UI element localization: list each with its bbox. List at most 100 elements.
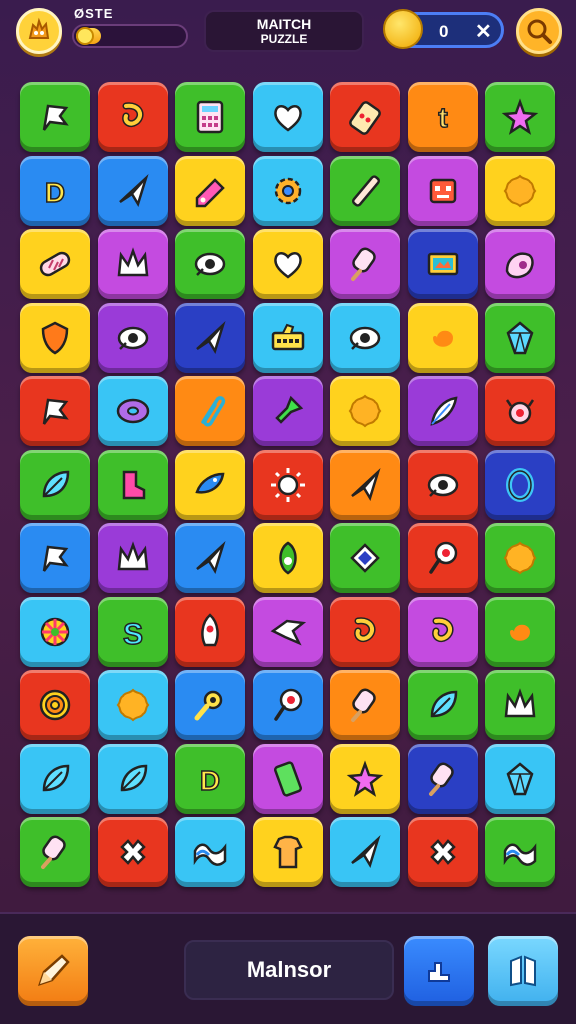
- tile[interactable]: [330, 523, 400, 593]
- crown-icon: [504, 688, 536, 718]
- tile[interactable]: [20, 376, 90, 446]
- tile[interactable]: t: [408, 82, 478, 152]
- tile[interactable]: [253, 597, 323, 667]
- profile-button[interactable]: [16, 8, 62, 54]
- tile[interactable]: [175, 156, 245, 226]
- letter-d-icon: D: [199, 764, 221, 797]
- tile[interactable]: [408, 744, 478, 814]
- tile[interactable]: [20, 744, 90, 814]
- tile[interactable]: [485, 229, 555, 299]
- letter-d-icon: D: [44, 176, 66, 209]
- tile[interactable]: [20, 303, 90, 373]
- tile[interactable]: [175, 523, 245, 593]
- tile[interactable]: [98, 303, 168, 373]
- tile[interactable]: [175, 82, 245, 152]
- pencil-button[interactable]: [18, 936, 88, 1006]
- tile[interactable]: [253, 376, 323, 446]
- tile[interactable]: [330, 744, 400, 814]
- tile[interactable]: [253, 156, 323, 226]
- tile[interactable]: [485, 82, 555, 152]
- tile[interactable]: [98, 376, 168, 446]
- tile[interactable]: [330, 597, 400, 667]
- tile[interactable]: [485, 670, 555, 740]
- tile[interactable]: [408, 670, 478, 740]
- tile[interactable]: [98, 229, 168, 299]
- search-button[interactable]: [516, 8, 562, 54]
- tile[interactable]: [20, 670, 90, 740]
- tile[interactable]: [253, 523, 323, 593]
- tile[interactable]: [175, 450, 245, 520]
- tile[interactable]: [485, 450, 555, 520]
- tile[interactable]: [253, 670, 323, 740]
- shield-icon: [41, 321, 69, 355]
- book-button[interactable]: [488, 936, 558, 1006]
- tile[interactable]: [408, 303, 478, 373]
- hook-icon: [122, 102, 144, 128]
- tile[interactable]: [408, 156, 478, 226]
- tile[interactable]: [485, 303, 555, 373]
- wave-icon: [193, 843, 227, 866]
- mode-label-box[interactable]: Malnsor: [184, 940, 394, 1000]
- tile[interactable]: [330, 82, 400, 152]
- tile[interactable]: [175, 597, 245, 667]
- tile[interactable]: [98, 156, 168, 226]
- tile[interactable]: [253, 450, 323, 520]
- leaf-icon: [42, 764, 70, 792]
- tile[interactable]: [98, 817, 168, 887]
- plane-icon: [196, 320, 226, 355]
- tile[interactable]: [330, 376, 400, 446]
- tile[interactable]: [175, 670, 245, 740]
- tile[interactable]: [408, 817, 478, 887]
- eye-icon: [117, 326, 149, 350]
- tile[interactable]: [253, 82, 323, 152]
- shuffle-button[interactable]: [404, 936, 474, 1006]
- shuffle-icon: [428, 962, 450, 982]
- tile[interactable]: D: [20, 156, 90, 226]
- tile[interactable]: [330, 229, 400, 299]
- tile[interactable]: [408, 376, 478, 446]
- tile[interactable]: [330, 817, 400, 887]
- diamond-icon: [350, 543, 380, 573]
- tile[interactable]: [485, 817, 555, 887]
- tile[interactable]: [485, 597, 555, 667]
- tile[interactable]: [20, 523, 90, 593]
- tile[interactable]: [98, 523, 168, 593]
- tile[interactable]: [408, 523, 478, 593]
- tile[interactable]: [253, 817, 323, 887]
- pencil-icon: [38, 954, 70, 986]
- tile[interactable]: [330, 670, 400, 740]
- tile[interactable]: [98, 670, 168, 740]
- hook-icon: [432, 617, 454, 643]
- tile[interactable]: [253, 303, 323, 373]
- tile[interactable]: [98, 82, 168, 152]
- close-icon[interactable]: ✕: [475, 19, 492, 44]
- tile[interactable]: S: [98, 597, 168, 667]
- tile[interactable]: [253, 229, 323, 299]
- tile[interactable]: [20, 597, 90, 667]
- tile[interactable]: [175, 229, 245, 299]
- tile[interactable]: [20, 450, 90, 520]
- tile[interactable]: [485, 156, 555, 226]
- tile[interactable]: [175, 817, 245, 887]
- tile[interactable]: [330, 450, 400, 520]
- tile[interactable]: [485, 744, 555, 814]
- tile[interactable]: [20, 817, 90, 887]
- tile[interactable]: [485, 523, 555, 593]
- tile[interactable]: [408, 229, 478, 299]
- tile[interactable]: [330, 303, 400, 373]
- crab-icon: [505, 399, 535, 425]
- tile[interactable]: [175, 303, 245, 373]
- tile[interactable]: [20, 82, 90, 152]
- tile[interactable]: [485, 376, 555, 446]
- tile[interactable]: [330, 156, 400, 226]
- tile[interactable]: [253, 744, 323, 814]
- tile[interactable]: [175, 376, 245, 446]
- popsicle-icon: [41, 835, 66, 869]
- tile[interactable]: D: [175, 744, 245, 814]
- tile[interactable]: [20, 229, 90, 299]
- coin-count: 0: [439, 22, 449, 41]
- tile[interactable]: [408, 597, 478, 667]
- tile[interactable]: [98, 450, 168, 520]
- tile[interactable]: [408, 450, 478, 520]
- tile[interactable]: [98, 744, 168, 814]
